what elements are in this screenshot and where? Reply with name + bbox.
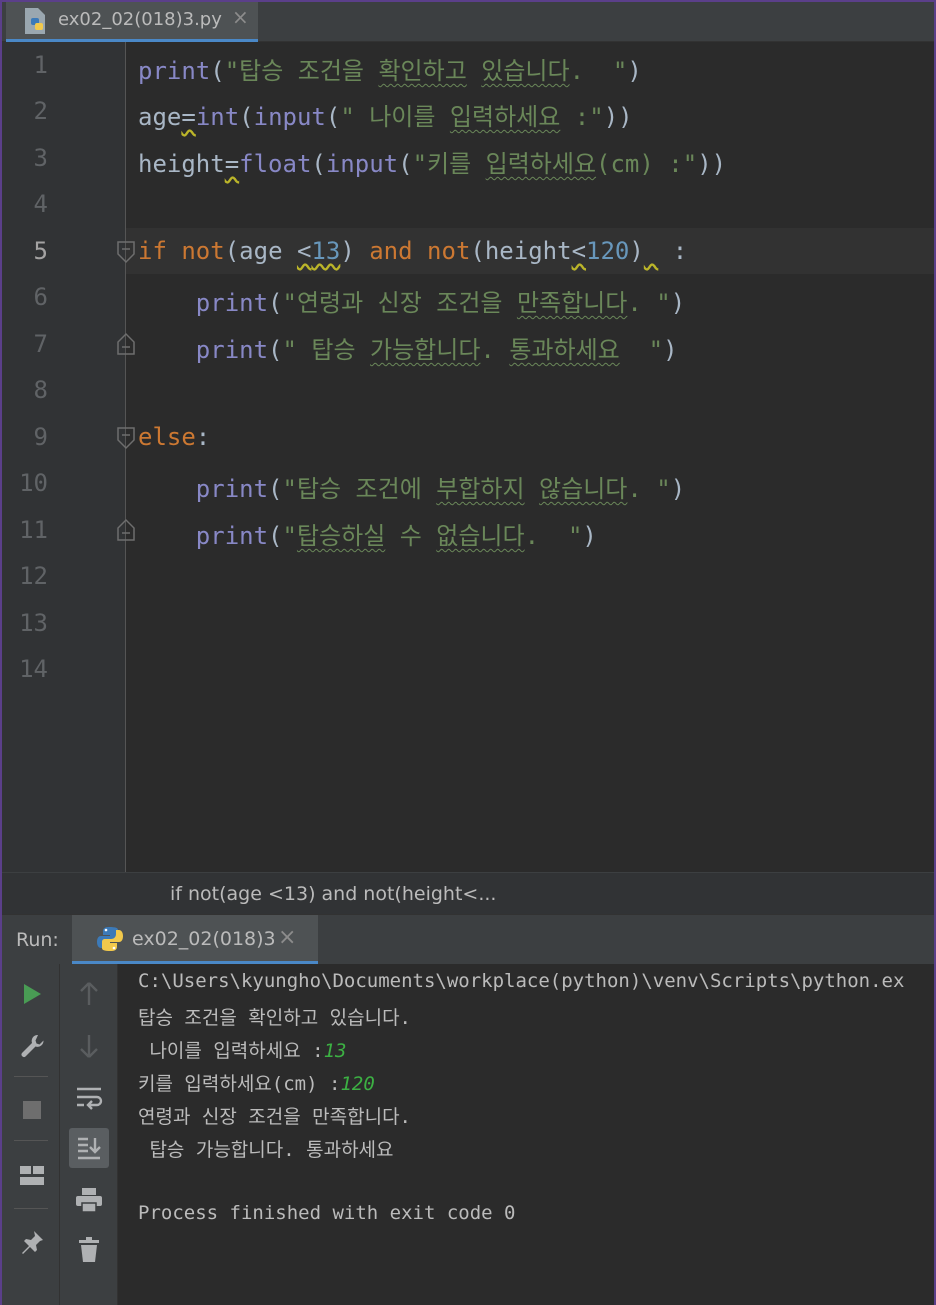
line-number: 1 [33,51,48,79]
trash-icon[interactable] [69,1230,109,1270]
run-left-toolbar [2,964,60,1305]
fold-icon[interactable] [116,332,136,356]
console-prompt: 키를 입력하세요(cm) : [138,1073,341,1095]
code-line-7: print(" 탑승 가능합니다. 통과하세요 ") [195,336,678,364]
breadcrumb-item[interactable]: if not(age <13) and not(height<... [170,883,496,905]
run-icon[interactable] [12,974,52,1014]
console-command: C:\Users\kyungho\Documents\workplace(pyt… [138,970,905,992]
code-line-2: age=int(input(" 나이를 입력하세요 :")) [138,103,633,131]
toolbar-separator [14,1208,48,1209]
scroll-to-end-icon[interactable] [69,1128,109,1168]
code-line-3: height=float(input("키를 입력하세요(cm) :")) [138,150,727,178]
console-exit-message: Process finished with exit code 0 [138,1202,516,1224]
line-number: 10 [19,469,48,497]
console-line: 탑승 가능합니다. 통과하세요 [138,1139,394,1161]
toolbar-separator [14,1140,48,1141]
code-line-5: if not(age <13) and not(height<120) : [138,237,688,265]
pin-icon[interactable] [12,1222,52,1262]
code-line-11: print("탑승하실 수 없습니다. ") [195,522,597,550]
line-number: 11 [19,516,48,544]
tab-close-icon[interactable]: × [232,5,249,29]
editor-tab-bar: ex02_02(018)3.py × [2,2,934,42]
fold-icon[interactable] [116,426,136,450]
down-arrow-icon[interactable] [69,1026,109,1066]
line-number-current: 5 [33,237,48,265]
soft-wrap-icon[interactable] [69,1078,109,1118]
fold-icon[interactable] [116,518,136,542]
line-number: 13 [19,609,48,637]
fold-icon[interactable] [116,240,136,264]
tab-filename: ex02_02(018)3.py [58,9,222,30]
console-user-input: 13 [323,1040,347,1062]
run-config-tab[interactable]: ex02_02(018)3 × [72,915,318,965]
code-line-9: else: [138,423,211,451]
python-file-icon [25,8,45,34]
console-user-input: 120 [340,1073,375,1095]
toolbar-separator [14,1076,48,1077]
layout-icon[interactable] [12,1156,52,1196]
line-number: 3 [33,144,48,172]
console-prompt: 나이를 입력하세요 : [138,1040,324,1062]
print-icon[interactable] [69,1180,109,1220]
line-number: 4 [33,190,48,218]
line-number-gutter: 1 2 3 4 5 6 7 8 9 10 11 12 13 14 [2,42,126,872]
code-line-10: print("탑승 조건에 부합하지 않습니다. ") [195,475,686,503]
code-editor[interactable]: 1 2 3 4 5 6 7 8 9 10 11 12 13 14 print("… [2,42,934,872]
code-line-6: print("연령과 신장 조건을 만족합니다. ") [195,289,686,317]
breadcrumb[interactable]: if not(age <13) and not(height<... [2,872,934,914]
run-panel-header: Run: ex02_02(018)3 × [2,914,934,965]
line-number: 8 [33,376,48,404]
run-console-toolbar [60,964,118,1305]
run-panel-title: Run: [16,929,59,951]
up-arrow-icon[interactable] [69,974,109,1014]
line-number: 12 [19,562,48,590]
python-icon [97,927,123,951]
file-tab[interactable]: ex02_02(018)3.py × [6,2,258,42]
line-number: 6 [33,283,48,311]
wrench-icon[interactable] [12,1026,52,1066]
console-line: 탑승 조건을 확인하고 있습니다. [138,1007,411,1029]
run-tab-label: ex02_02(018)3 [132,928,276,950]
stop-icon[interactable] [12,1090,52,1130]
console-line: 키를 입력하세요(cm) :120 [138,1069,375,1096]
code-line-1: print("탑승 조건을 확인하고 있습니다. ") [138,57,642,85]
run-tab-close-icon[interactable]: × [278,925,296,950]
console-output[interactable]: C:\Users\kyungho\Documents\workplace(pyt… [118,964,934,1305]
line-number: 14 [19,655,48,683]
console-line: 나이를 입력하세요 :13 [138,1036,347,1063]
line-number: 7 [33,330,48,358]
line-number: 2 [33,97,48,125]
line-number: 9 [33,423,48,451]
console-line: 연령과 신장 조건을 만족합니다. [138,1106,411,1128]
